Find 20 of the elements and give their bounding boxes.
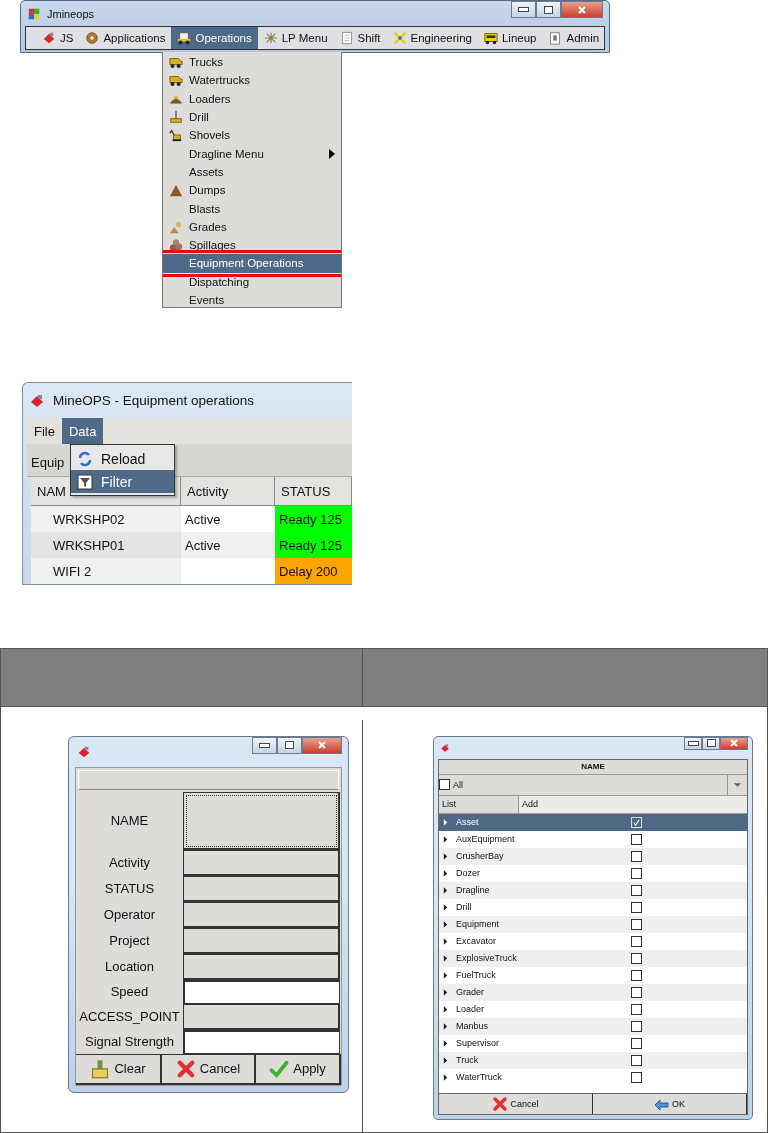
status-cell: Ready 125	[275, 506, 352, 532]
field-label: Operator	[103, 907, 156, 922]
window-title: MineOPS - Equipment operations	[53, 393, 255, 408]
field-label: Signal Strength	[85, 1034, 174, 1049]
field-label: Location	[104, 959, 155, 974]
table-cell: WRKSHP02	[31, 506, 181, 532]
field-label: NAME	[110, 813, 149, 828]
table-cell: Active	[185, 511, 221, 527]
table-cell: Active	[185, 537, 221, 553]
field-label: ACCESS_POINT	[79, 1009, 180, 1024]
table-cell: WIFI 2	[31, 558, 181, 584]
window-title: Jmineops	[47, 7, 95, 20]
field-label: Project	[109, 933, 150, 948]
status-cell: Ready 125	[275, 532, 352, 558]
field-label: STATUS	[104, 881, 155, 896]
field-label: Activity	[108, 855, 151, 870]
table-cell: WRKSHP01	[31, 532, 181, 558]
field-label: Speed	[110, 984, 149, 999]
checkbox-label: All	[453, 779, 463, 790]
status-cell: Delay 200	[275, 558, 352, 584]
